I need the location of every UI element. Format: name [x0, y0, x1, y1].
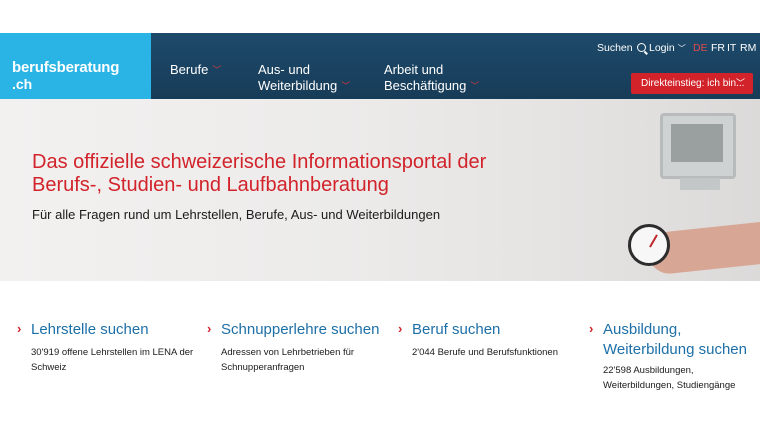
medical-monitor-image [660, 113, 736, 179]
search-icon [636, 43, 646, 52]
nav-aus-weiterbildung-line1: Aus- und [258, 62, 311, 77]
lang-it[interactable]: IT [727, 42, 736, 54]
chevron-down-icon: ﹀ [341, 81, 351, 91]
quick-link-desc: Adressen von Lehrbetrieben für Schnupper… [221, 347, 355, 373]
monitor-stand-image [680, 178, 720, 190]
nav-arbeit-line2: Beschäftigung [384, 78, 467, 93]
nav-berufe[interactable]: Berufe ﹀ [170, 62, 221, 78]
hero-subtitle: Für alle Fragen rund um Lehrstellen, Ber… [32, 207, 441, 222]
nav-arbeit-beschaeftigung[interactable]: Arbeit und Beschäftigung ﹀ [384, 62, 479, 94]
chevron-right-icon: › [207, 321, 212, 336]
quick-link-title-line2[interactable]: Weiterbildung suchen [603, 340, 751, 360]
hero-banner: Das offizielle schweizerische Informatio… [0, 99, 760, 281]
logo-domain: .ch [12, 76, 33, 92]
quick-link-title[interactable]: Schnupperlehre suchen [221, 320, 386, 340]
blood-pressure-gauge-image [628, 224, 670, 266]
lang-de[interactable]: DE [693, 42, 708, 54]
chevron-down-icon: ﹀ [470, 81, 480, 91]
chevron-down-icon: ﹀ [735, 78, 745, 88]
quick-link-title[interactable]: Ausbildung, [603, 320, 751, 340]
nav-aus-weiterbildung-line2: Weiterbildung [258, 78, 338, 93]
direct-entry-label: Direkteinstieg: ich bin... [641, 78, 745, 89]
lang-rm[interactable]: RM [740, 42, 756, 54]
site-header: berufsberatung .ch Berufe ﹀ Aus- und Weit… [0, 33, 760, 111]
quick-link-desc: 2'044 Berufe und Berufsfunktionen [412, 347, 559, 358]
quick-link-desc: 22'598 Ausbildungen, Weiterbildungen, St… [603, 365, 736, 391]
site-logo[interactable]: berufsberatung .ch [0, 33, 151, 99]
quick-link-schnupperlehre[interactable]: › Schnupperlehre suchen Adressen von Leh… [207, 320, 386, 375]
chevron-down-icon: ﹀ [677, 44, 686, 53]
direct-entry-dropdown[interactable]: Direkteinstieg: ich bin... ﹀ [631, 73, 753, 94]
chevron-down-icon: ﹀ [212, 65, 222, 75]
logo-text: berufsberatung [12, 59, 120, 76]
login-label: Login [649, 42, 675, 54]
quick-link-desc: 30'919 offene Lehrstellen im LENA der Sc… [31, 347, 194, 373]
nav-arbeit-line1: Arbeit und [384, 62, 444, 77]
chevron-right-icon: › [17, 321, 22, 336]
login-link[interactable]: Login ﹀ [649, 42, 686, 54]
quick-link-title[interactable]: Lehrstelle suchen [31, 320, 196, 340]
search-link[interactable]: Suchen [597, 42, 646, 54]
nav-berufe-label: Berufe [170, 62, 209, 77]
hero-title: Das offizielle schweizerische Informatio… [32, 151, 487, 196]
nav-aus-weiterbildung[interactable]: Aus- und Weiterbildung ﹀ [258, 62, 350, 94]
quick-link-lehrstelle[interactable]: › Lehrstelle suchen 30'919 offene Lehrst… [17, 320, 196, 375]
quick-link-beruf[interactable]: › Beruf suchen 2'044 Berufe und Berufsfu… [398, 320, 577, 360]
quick-link-ausbildung[interactable]: › Ausbildung, Weiterbildung suchen 22'59… [589, 320, 751, 393]
chevron-right-icon: › [398, 321, 403, 336]
quick-link-title[interactable]: Beruf suchen [412, 320, 577, 340]
lang-fr[interactable]: FR [711, 42, 725, 54]
chevron-right-icon: › [589, 321, 594, 336]
search-label: Suchen [597, 42, 633, 54]
